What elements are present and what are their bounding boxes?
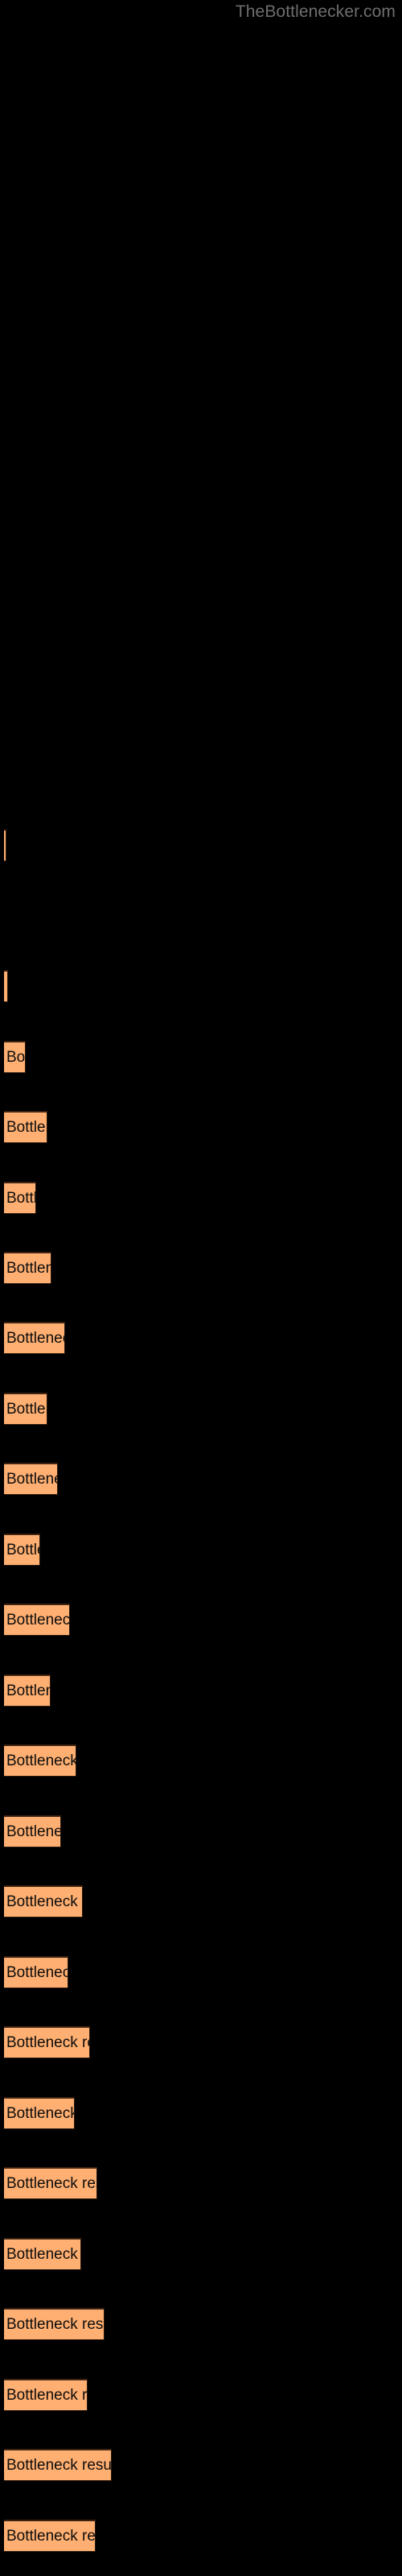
bar-segment[interactable]: Bottleneck result	[4, 2449, 112, 2481]
bar-label: Bottleneck result	[6, 2387, 88, 2404]
bar-label: Bottleneck result	[6, 1330, 64, 1347]
bar-segment[interactable]: Bottleneck result	[4, 1041, 26, 1073]
bar-row[interactable]: Bottleneck result	[4, 1674, 51, 1707]
bar-segment[interactable]: Bottleneck result	[4, 1182, 36, 1214]
bar-row[interactable]: Bottleneck result	[4, 1393, 47, 1425]
bar-row[interactable]: Bottleneck result	[4, 2520, 96, 2552]
bar-segment[interactable]: Bottleneck result	[4, 2097, 75, 2129]
bar-segment[interactable]: Bottleneck result	[4, 1815, 61, 1847]
bar-label: Bottleneck result	[6, 2034, 89, 2051]
bar-label: Bottleneck result	[6, 1682, 50, 1699]
bar-row[interactable]: Bottleneck result	[4, 1182, 36, 1214]
bar-segment[interactable]: Bottleneck result	[4, 829, 6, 861]
bar-segment[interactable]: Bottleneck result	[4, 1111, 47, 1143]
bar-row[interactable]: Bottleneck result	[4, 1252, 51, 1284]
bar-label: Bottleneck result	[6, 2457, 112, 2474]
bar-label: Bottleneck result	[6, 1260, 51, 1277]
bar-label: Bottleneck result	[6, 2105, 75, 2122]
bar-label: Bottleneck result	[6, 2246, 80, 2263]
bar-label: Bottleneck result	[6, 1049, 26, 1066]
bar-segment[interactable]: Bottleneck result	[4, 970, 8, 1002]
bar-segment[interactable]: Bottleneck result	[4, 2167, 97, 2199]
bar-label: Bottleneck result	[6, 2316, 104, 2333]
bar-label: Bottleneck result	[6, 1612, 70, 1629]
bar-segment[interactable]: Bottleneck result	[4, 2520, 96, 2552]
bar-segment[interactable]: Bottleneck result	[4, 1604, 70, 1636]
bar-row[interactable]: Bottleneck result	[4, 1111, 47, 1143]
bar-row[interactable]: Bottleneck result	[4, 1463, 58, 1495]
bar-row[interactable]: Bottleneck result	[4, 1322, 65, 1354]
bar-row[interactable]: Bottleneck result	[4, 2167, 97, 2199]
bar-segment[interactable]: Bottleneck result	[4, 1322, 65, 1354]
bar-row[interactable]: Bottleneck result	[4, 2308, 105, 2340]
bar-row[interactable]: Bottleneck result	[4, 1956, 68, 1988]
bar-segment[interactable]: Bottleneck result	[4, 1956, 68, 1988]
bar-label: Bottleneck result	[6, 1401, 47, 1418]
bar-segment[interactable]: Bottleneck result	[4, 1744, 76, 1777]
bar-row[interactable]: Bottleneck result	[4, 2379, 88, 2411]
bar-segment[interactable]: Bottleneck result	[4, 2308, 105, 2340]
bar-segment[interactable]: Bottleneck result	[4, 1252, 51, 1284]
bar-label: Bottleneck result	[6, 1471, 57, 1488]
bar-row[interactable]: Bottleneck result	[4, 1041, 26, 1073]
bar-segment[interactable]: Bottleneck result	[4, 1463, 58, 1495]
bar-row[interactable]: Bottleneck result	[4, 2097, 75, 2129]
bar-label: Bottleneck result	[6, 1752, 76, 1769]
bar-segment[interactable]: Bottleneck result	[4, 1674, 51, 1707]
bar-segment[interactable]: Bottleneck result	[4, 1393, 47, 1425]
bar-label: Bottleneck result	[6, 1893, 82, 1910]
bar-row[interactable]: Bottleneck result	[4, 1815, 61, 1847]
bar-label: Bottleneck result	[6, 1542, 39, 1558]
bar-row[interactable]: Bottleneck result	[4, 2449, 112, 2481]
bar-chart-plot-area: Bottleneck result Bottleneck result Bottle…	[0, 0, 402, 2576]
bar-label: Bottleneck result	[6, 972, 7, 1001]
bar-label: Bottleneck result	[6, 1119, 47, 1136]
bar-segment[interactable]: Bottleneck result	[4, 1534, 40, 1566]
bar-segment[interactable]: Bottleneck result	[4, 2238, 81, 2270]
bar-row[interactable]: Bottleneck result	[4, 1604, 70, 1636]
bar-row[interactable]: Bottleneck result	[4, 829, 6, 861]
bottleneck-chart-page: TheBottlenecker.com Bottleneck resultBot…	[0, 0, 402, 2576]
bar-segment[interactable]: Bottleneck result	[4, 2026, 90, 2058]
bar-row[interactable]: Bottleneck result	[4, 1885, 83, 1918]
bar-label: Bottleneck result	[6, 2528, 96, 2545]
bar-row[interactable]: Bottleneck result	[4, 970, 8, 1002]
bar-label: Bottleneck result	[6, 1823, 60, 1840]
bar-row[interactable]: Bottleneck result	[4, 1534, 40, 1566]
bar-label: Bottleneck result	[6, 2175, 96, 2192]
bar-label: Bottleneck result	[6, 1190, 36, 1207]
bar-row[interactable]: Bottleneck result	[4, 1744, 76, 1777]
bar-segment[interactable]: Bottleneck result	[4, 2379, 88, 2411]
bar-row[interactable]: Bottleneck result	[4, 2026, 90, 2058]
bar-segment[interactable]: Bottleneck result	[4, 1885, 83, 1918]
bar-label: Bottleneck result	[6, 1964, 68, 1981]
bar-row[interactable]: Bottleneck result	[4, 2238, 81, 2270]
